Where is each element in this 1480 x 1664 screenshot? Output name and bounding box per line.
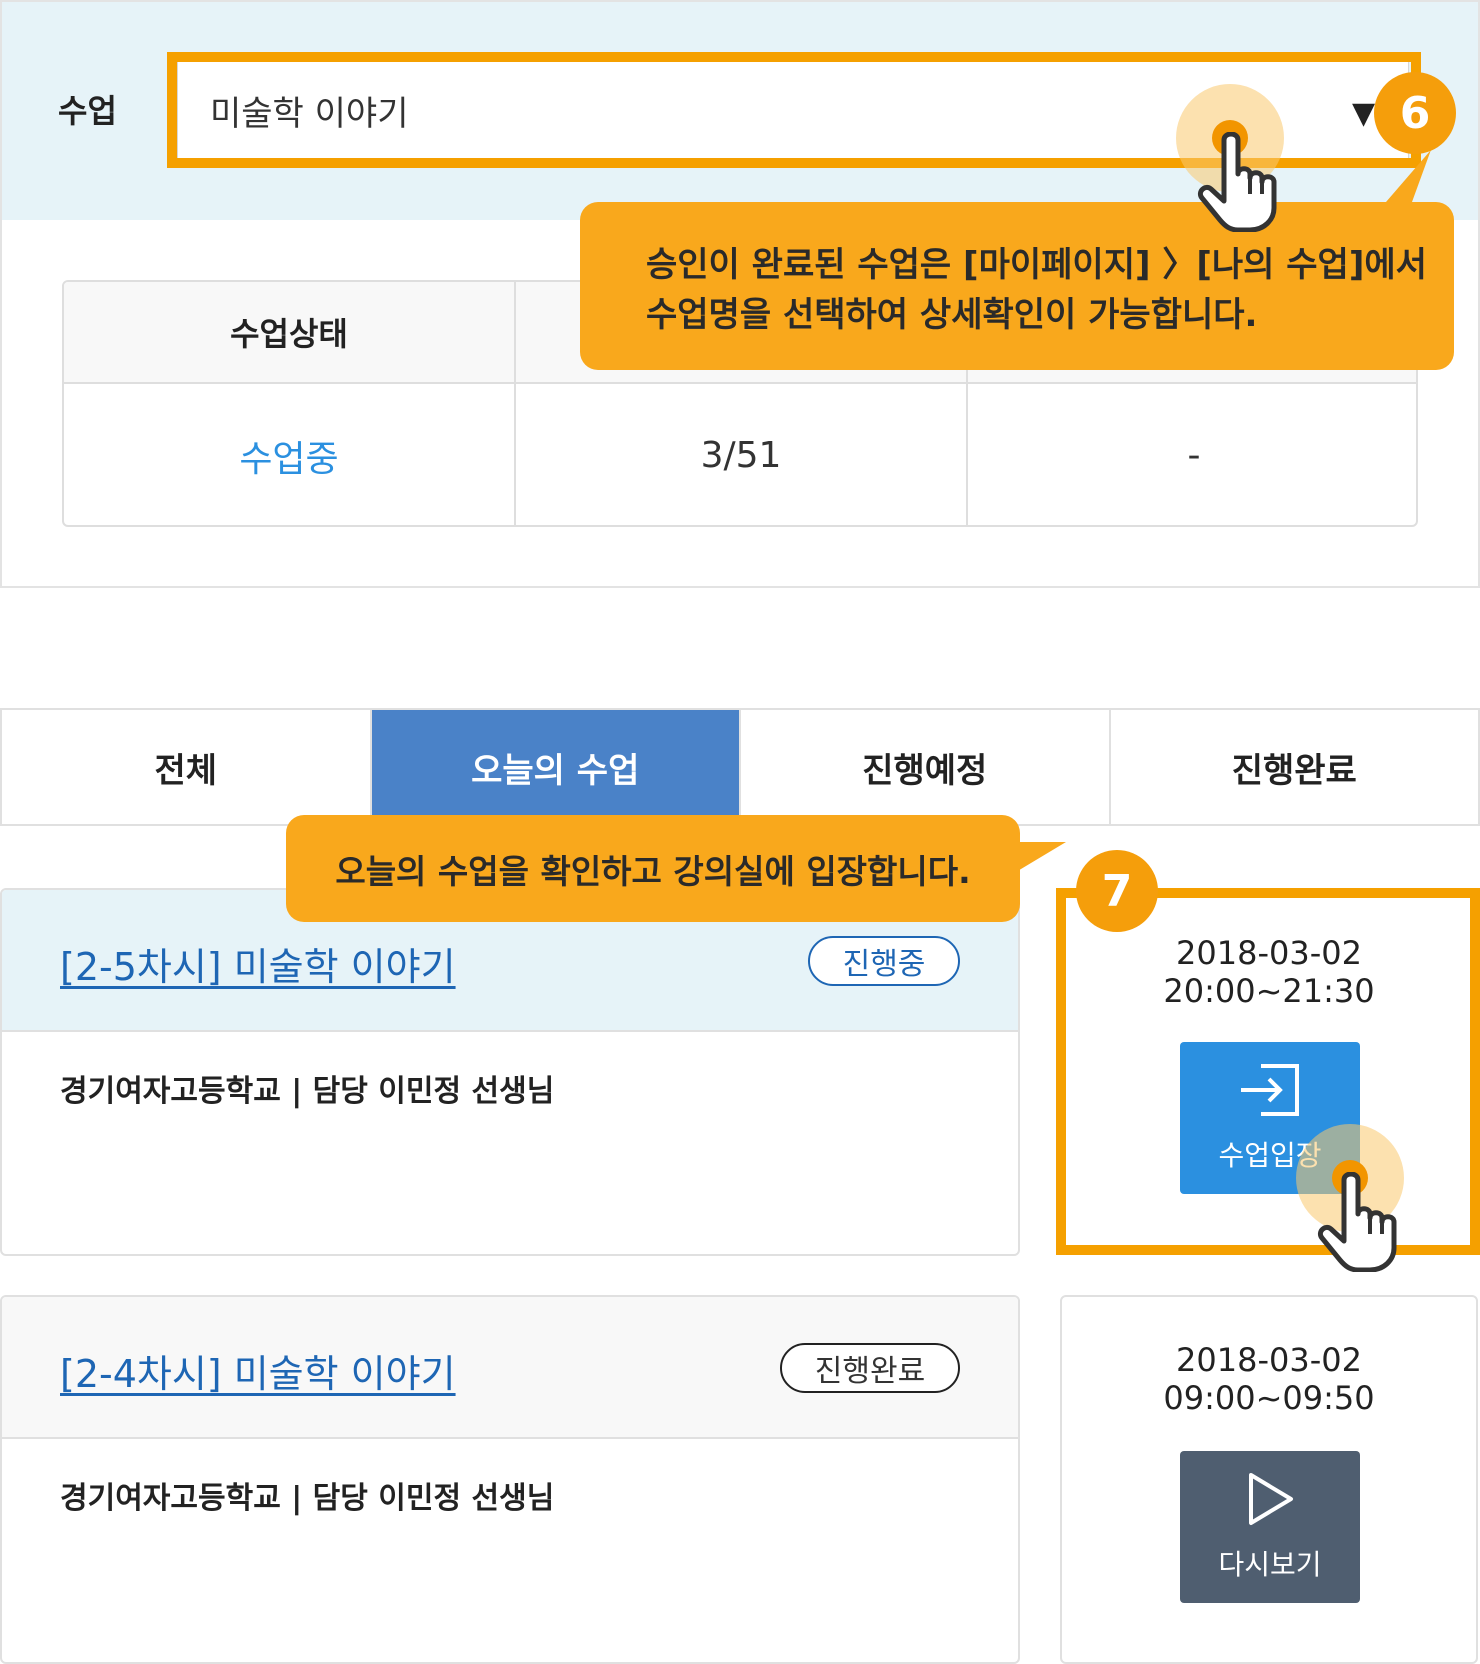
schedule-highlight-frame bbox=[1056, 888, 1480, 1255]
tooltip-tail bbox=[1016, 842, 1066, 872]
step-6-badge: 6 bbox=[1374, 72, 1456, 154]
tooltip-line: 승인이 완료된 수업은 [마이페이지] 〉[나의 수업]에서 bbox=[646, 245, 1427, 285]
rating-value: - bbox=[1187, 435, 1201, 476]
play-icon bbox=[1249, 1473, 1293, 1525]
tab-all[interactable]: 전체 bbox=[2, 710, 372, 824]
lesson-card: [2-5차시] 미술학 이야기 진행중 경기여자고등학교 | 담당 이민정 선생… bbox=[0, 888, 1020, 1256]
class-label: 수업 bbox=[58, 92, 117, 130]
lesson-card-header: [2-4차시] 미술학 이야기 진행완료 bbox=[2, 1297, 1018, 1439]
lesson-time: 09:00~09:50 bbox=[1163, 1379, 1375, 1417]
tab-upcoming[interactable]: 진행예정 bbox=[741, 710, 1111, 824]
session-value: 3/51 bbox=[700, 435, 782, 476]
tab-today[interactable]: 오늘의 수업 bbox=[371, 710, 741, 824]
tooltip-step-6: 승인이 완료된 수업은 [마이페이지] 〉[나의 수업]에서 수업명을 선택하여… bbox=[580, 202, 1454, 370]
tooltip-step-7: 오늘의 수업을 확인하고 강의실에 입장합니다. bbox=[286, 815, 1020, 922]
status-header: 수업상태 bbox=[64, 282, 514, 384]
tab-completed[interactable]: 진행완료 bbox=[1111, 710, 1479, 824]
hand-pointer-icon bbox=[1317, 1172, 1397, 1272]
lesson-card: [2-4차시] 미술학 이야기 진행완료 경기여자고등학교 | 담당 이민정 선… bbox=[0, 1295, 1020, 1664]
status-badge: 진행중 bbox=[808, 936, 960, 986]
lesson-schedule-panel: 2018-03-02 09:00~09:50 다시보기 bbox=[1060, 1295, 1478, 1664]
status-badge: 진행완료 bbox=[780, 1343, 960, 1393]
status-value: 수업중 bbox=[239, 438, 339, 480]
lesson-title-link[interactable]: [2-5차시] 미술학 이야기 bbox=[60, 936, 456, 991]
table-divider bbox=[514, 282, 516, 525]
tooltip-line: 수업명을 선택하여 상세확인이 가능합니다. bbox=[646, 295, 1258, 335]
lesson-title-link[interactable]: [2-4차시] 미술학 이야기 bbox=[60, 1343, 456, 1398]
replay-button[interactable]: 다시보기 bbox=[1180, 1451, 1360, 1603]
lesson-info: 경기여자고등학교 | 담당 이민정 선생님 bbox=[60, 1074, 555, 1109]
lesson-tabs: 전체 오늘의 수업 진행예정 진행완료 bbox=[0, 708, 1480, 826]
step-7-badge: 7 bbox=[1076, 850, 1158, 932]
replay-label: 다시보기 bbox=[1218, 1548, 1322, 1581]
lesson-info: 경기여자고등학교 | 담당 이민정 선생님 bbox=[60, 1481, 555, 1516]
hand-pointer-icon bbox=[1197, 132, 1277, 232]
lesson-date: 2018-03-02 bbox=[1176, 1341, 1362, 1379]
